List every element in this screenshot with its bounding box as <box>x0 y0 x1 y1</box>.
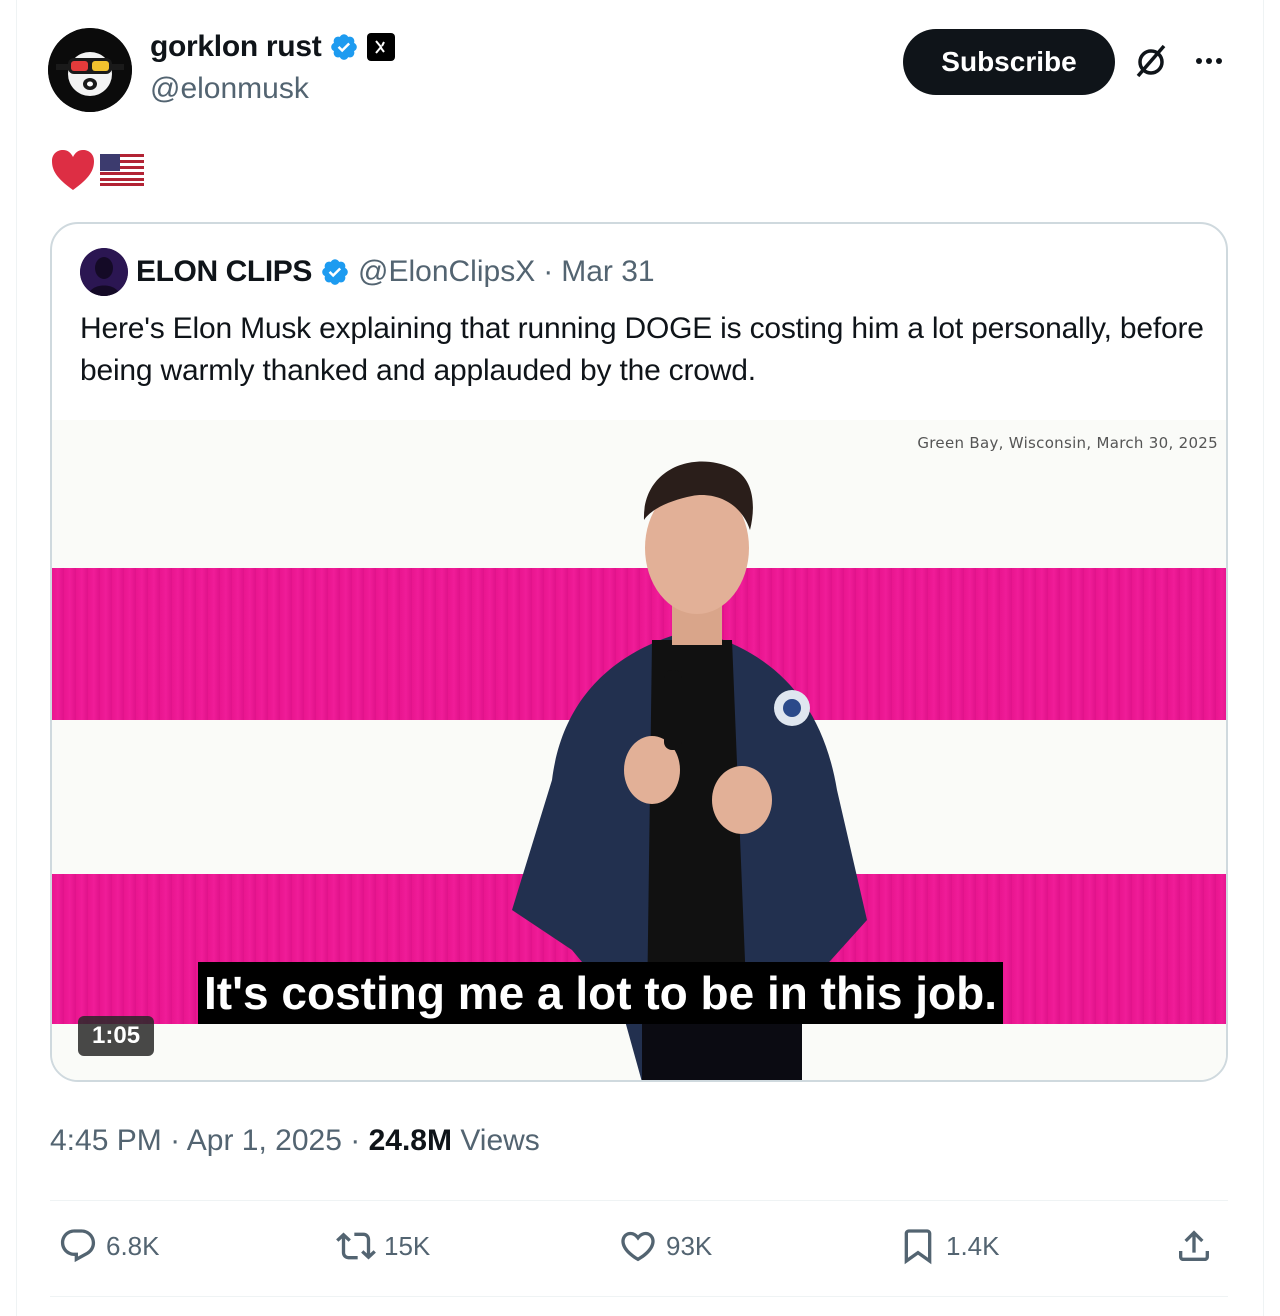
bookmark-icon <box>904 1229 932 1265</box>
post-meta: 4:45 PM · Apr 1, 2025 · 24.8M Views <box>50 1124 540 1158</box>
video-location-text: Green Bay, Wisconsin, March 30, 2025 <box>917 434 1218 452</box>
reply-count: 6.8K <box>106 1230 160 1261</box>
us-flag-icon <box>100 154 144 186</box>
quote-author-handle[interactable]: @ElonClipsX <box>358 255 535 289</box>
video-caption: It's costing me a lot to be in this job. <box>198 962 1003 1024</box>
subscribe-button[interactable]: Subscribe <box>903 29 1115 95</box>
action-bar: 6.8K 15K 93K 1.4K <box>50 1216 1228 1280</box>
red-heart-icon <box>52 150 94 190</box>
author-avatar[interactable] <box>48 28 132 112</box>
quote-text: Here's Elon Musk explaining that running… <box>80 312 1204 387</box>
video-duration-badge: 1:05 <box>78 1016 155 1056</box>
post-date[interactable]: Apr 1, 2025 <box>187 1124 342 1157</box>
like-button[interactable]: 93K <box>618 1226 712 1266</box>
quote-date[interactable]: Mar 31 <box>561 255 654 289</box>
views-label: Views <box>460 1124 540 1157</box>
quote-avatar[interactable] <box>80 248 128 296</box>
more-options-icon[interactable] <box>1188 46 1230 76</box>
heart-icon <box>621 1231 655 1262</box>
like-count: 93K <box>666 1230 713 1261</box>
grok-icon[interactable] <box>1130 40 1172 82</box>
divider <box>50 1296 1228 1297</box>
affiliate-badge-icon[interactable] <box>367 33 396 61</box>
share-button[interactable] <box>1174 1226 1214 1266</box>
bookmark-count: 1.4K <box>946 1230 1000 1261</box>
verified-badge-icon <box>322 259 348 285</box>
quote-separator: · <box>543 255 554 288</box>
meta-separator: · <box>350 1124 361 1157</box>
author-name-row[interactable]: gorklon rust <box>150 30 396 64</box>
repost-button[interactable]: 15K <box>336 1226 430 1266</box>
meta-separator: · <box>170 1124 181 1157</box>
share-icon <box>1179 1230 1209 1261</box>
post-text <box>50 146 144 194</box>
repost-icon <box>336 1232 376 1260</box>
post-time[interactable]: 4:45 PM <box>50 1124 162 1157</box>
divider <box>50 1200 1228 1201</box>
author-display-name[interactable]: gorklon rust <box>150 30 322 64</box>
repost-count: 15K <box>384 1230 431 1261</box>
quoted-tweet[interactable]: ELON CLIPS @ElonClipsX · Mar 31 Here's E… <box>50 222 1228 1082</box>
reply-icon <box>60 1229 96 1263</box>
author-handle[interactable]: @elonmusk <box>150 72 309 106</box>
video-player[interactable]: Green Bay, Wisconsin, March 30, 2025 It'… <box>52 420 1226 1080</box>
quote-header: ELON CLIPS @ElonClipsX · Mar 31 <box>80 248 655 296</box>
quote-author-name[interactable]: ELON CLIPS <box>136 255 312 289</box>
views-count[interactable]: 24.8M <box>369 1124 452 1157</box>
bookmark-button[interactable]: 1.4K <box>898 1226 1000 1266</box>
reply-button[interactable]: 6.8K <box>58 1226 160 1266</box>
verified-badge-icon <box>331 34 358 60</box>
